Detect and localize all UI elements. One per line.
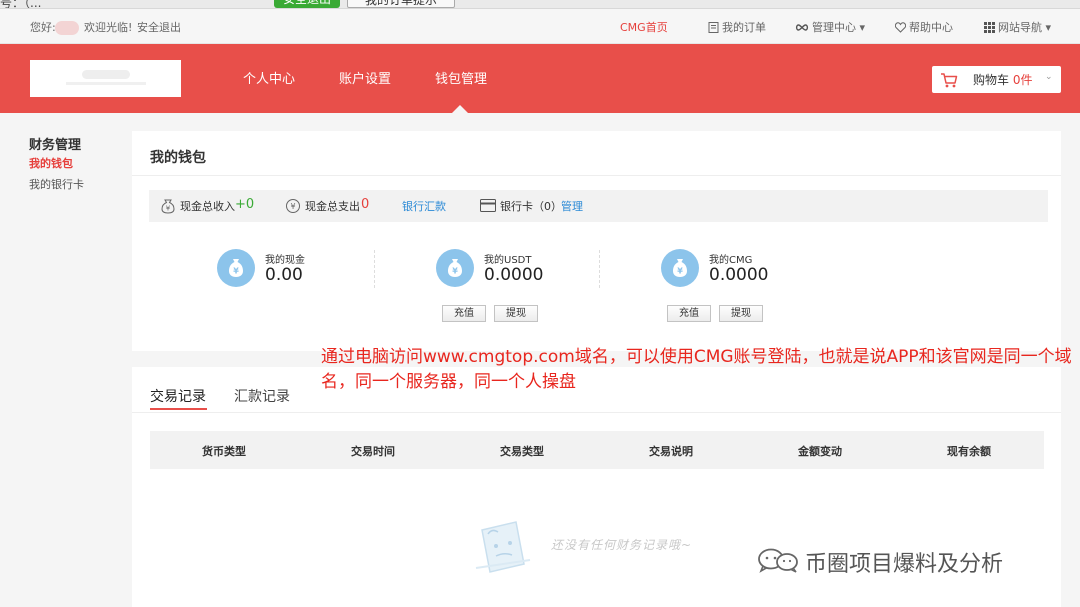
nav-account-settings[interactable]: 账户设置: [339, 72, 391, 88]
svg-text:¥: ¥: [290, 202, 295, 211]
divider: [132, 412, 1061, 413]
money-bag-icon: ¥: [217, 249, 255, 287]
browser-button[interactable]: 我的订单提示: [347, 0, 455, 8]
wechat-icon: [758, 548, 798, 573]
grid-icon: [984, 22, 995, 33]
income-label: 现金总收入: [180, 200, 235, 213]
empty-state-text: 还没有任何财务记录哦~: [551, 538, 693, 552]
cmg-deposit-button[interactable]: 充值: [667, 305, 711, 322]
svg-text:¥: ¥: [166, 205, 171, 213]
cash-label: 我的现金: [265, 255, 305, 266]
infinity-icon: [795, 24, 809, 31]
svg-text:¥: ¥: [677, 267, 683, 276]
wechat-watermark: 币圈项目爆料及分析: [757, 543, 1057, 577]
wallet-title: 我的钱包: [150, 150, 206, 166]
browser-green-button[interactable]: 安全退出: [274, 0, 340, 8]
column-header: 交易说明: [649, 445, 693, 458]
bank-card-count: 银行卡（0）: [500, 200, 562, 213]
income-value: +0: [235, 197, 255, 212]
cmg-label: 我的CMG: [709, 255, 753, 266]
top-utility-bar: 您好: 欢迎光临! 安全退出 CMG首页 我的订单 管理中心 ▾ 帮助中心 网站…: [0, 9, 1080, 44]
column-header: 货币类型: [202, 445, 246, 458]
divider: [599, 250, 600, 288]
svg-text:¥: ¥: [233, 267, 239, 276]
greeting-text: 您好:: [30, 21, 56, 34]
active-tab-indicator: [150, 408, 207, 410]
welcome-text: 欢迎光临!: [84, 21, 133, 34]
browser-toolbar-strip: 号：（... 安全退出 我的订单提示: [0, 0, 1080, 9]
my-orders-link[interactable]: 我的订单: [708, 21, 766, 35]
watermark-text: 币圈项目爆料及分析: [805, 552, 1004, 577]
logout-link[interactable]: 安全退出: [137, 21, 181, 35]
cart-text: 购物车 0件: [973, 73, 1032, 87]
divider: [132, 175, 1061, 176]
chevron-down-icon: ⌄: [1045, 72, 1053, 82]
usdt-withdraw-button[interactable]: 提现: [494, 305, 538, 322]
my-orders-label: 我的订单: [722, 21, 766, 34]
wallet-summary-bar: ¥ 现金总收入 +0 ¥ 现金总支出 0 银行汇款 银行卡（0） 管理: [149, 190, 1048, 222]
usdt-value: 0.0000: [484, 265, 544, 285]
help-center-label: 帮助中心: [909, 21, 953, 34]
column-header: 金额变动: [798, 445, 842, 458]
nav-wallet-management[interactable]: 钱包管理: [435, 72, 487, 88]
cmg-value: 0.0000: [709, 265, 769, 285]
shopping-cart-button[interactable]: 购物车 0件 ⌄: [932, 66, 1061, 93]
order-icon: [708, 22, 719, 33]
main-header: 个人中心 账户设置 钱包管理 购物车 0件 ⌄: [0, 44, 1080, 113]
records-table-header: 货币类型 交易时间 交易类型 交易说明 金额变动 现有余额: [150, 431, 1044, 469]
active-nav-indicator: [452, 105, 468, 113]
usdt-label: 我的USDT: [484, 255, 532, 266]
column-header: 现有余额: [947, 445, 991, 458]
money-bag-icon: ¥: [161, 199, 175, 214]
bank-transfer-link[interactable]: 银行汇款: [402, 200, 446, 214]
svg-text:¥: ¥: [452, 267, 458, 276]
cmg-withdraw-button[interactable]: 提现: [719, 305, 763, 322]
logo-subline: [66, 82, 146, 85]
column-header: 交易类型: [500, 445, 544, 458]
divider: [374, 250, 375, 288]
expense-coin-icon: ¥: [286, 199, 300, 213]
expense-label: 现金总支出: [305, 200, 360, 213]
annotation-text: 通过电脑访问www.cmgtop.com域名，可以使用CMG账号登陆，也就是说A…: [321, 347, 1072, 392]
nav-personal-center[interactable]: 个人中心: [243, 72, 295, 88]
username-blurred: [55, 21, 79, 35]
bank-card-manage-link[interactable]: 管理: [561, 200, 583, 214]
empty-state-illustration: [475, 521, 531, 573]
usdt-deposit-button[interactable]: 充值: [442, 305, 486, 322]
expense-value: 0: [361, 197, 370, 212]
bank-card-icon: [480, 199, 496, 212]
logo-mark: [82, 70, 130, 79]
browser-partial-text: 号：（...: [0, 0, 42, 9]
sidebar-item-my-bank-card[interactable]: 我的银行卡: [29, 176, 84, 192]
cart-label: 购物车: [973, 73, 1010, 87]
sidebar-item-my-wallet[interactable]: 我的钱包: [29, 155, 73, 171]
tab-remittance-records[interactable]: 汇款记录: [234, 386, 290, 406]
sidebar-title: 财务管理: [29, 138, 82, 153]
manage-center-menu[interactable]: 管理中心 ▾: [795, 21, 865, 35]
cart-count: 0件: [1012, 73, 1033, 87]
site-logo[interactable]: [30, 60, 181, 97]
money-bag-icon: ¥: [661, 249, 699, 287]
help-center-link[interactable]: 帮助中心: [895, 21, 953, 35]
cash-value: 0.00: [265, 265, 303, 285]
wallet-panel: 我的钱包 ¥ 现金总收入 +0 ¥ 现金总支出 0 银行汇款 银行卡（0） 管理…: [132, 131, 1061, 351]
site-nav-label: 网站导航 ▾: [998, 21, 1052, 34]
tab-transaction-records[interactable]: 交易记录: [150, 386, 206, 406]
heart-icon: [895, 22, 906, 33]
site-nav-menu[interactable]: 网站导航 ▾: [984, 21, 1051, 35]
manage-center-label: 管理中心 ▾: [812, 21, 866, 34]
column-header: 交易时间: [351, 445, 395, 458]
money-bag-icon: ¥: [436, 249, 474, 287]
cmg-home-link[interactable]: CMG首页: [620, 21, 668, 35]
cart-icon: [941, 73, 958, 88]
